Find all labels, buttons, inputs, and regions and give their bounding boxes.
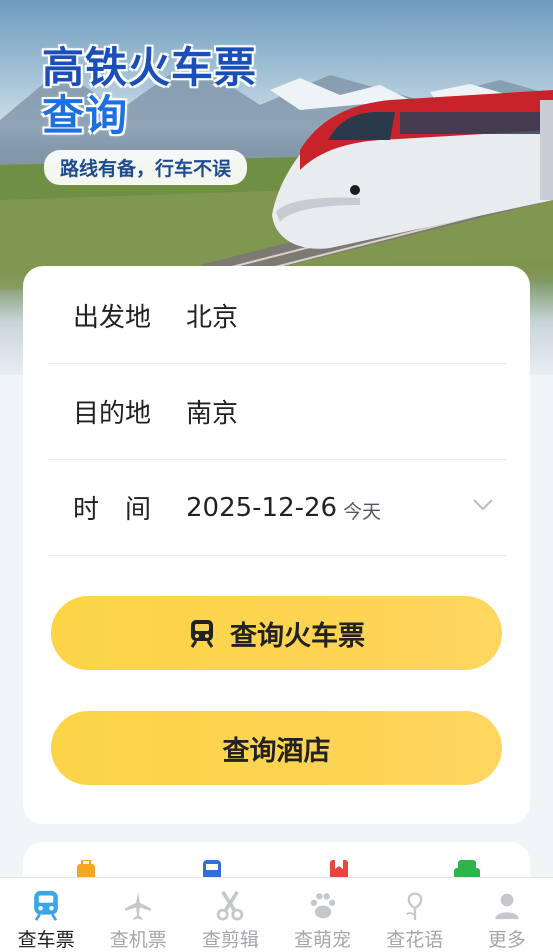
tab-pets-label: 查萌宠 (294, 929, 352, 951)
departure-value[interactable]: 北京 (186, 297, 238, 334)
tab-editing-label: 查剪辑 (201, 929, 259, 951)
tab-flowers-label: 查花语 (386, 929, 444, 951)
hero-title-line2: 查询 (42, 91, 129, 140)
departure-row[interactable]: 出发地 北京 (48, 268, 506, 364)
hero-title-line1: 高铁火车票 (42, 43, 258, 92)
plane-icon (125, 891, 151, 921)
tab-flight[interactable]: 查机票 (92, 878, 184, 952)
hero-subtitle: 路线有备，行车不误 (44, 150, 248, 185)
search-train-label: 查询火车票 (230, 620, 365, 652)
tab-train[interactable]: 查车票 (0, 878, 92, 952)
tab-more[interactable]: 更多 (461, 878, 553, 952)
destination-value[interactable]: 南京 (186, 393, 238, 430)
date-label: 时 间 (73, 495, 152, 525)
destination-row[interactable]: 目的地 南京 (48, 364, 506, 460)
tab-editing[interactable]: 查剪辑 (184, 878, 276, 952)
tab-flight-label: 查机票 (109, 929, 167, 951)
scissors-icon (217, 890, 244, 921)
paw-icon (310, 893, 335, 919)
tab-more-label: 更多 (487, 929, 526, 951)
search-hotel-button[interactable]: 查询酒店 (51, 711, 502, 785)
date-today-hint: 今天 (343, 501, 382, 523)
train-icon (190, 620, 214, 648)
departure-label: 出发地 (73, 303, 152, 333)
user-icon (495, 893, 519, 920)
search-card: 出发地 北京 目的地 南京 时 间 2025-12-26 今天 查询火车票 查询… (23, 266, 530, 824)
train-icon (34, 890, 58, 921)
flower-icon (405, 892, 422, 921)
bottom-tab-bar: 查车票 查机票 查剪辑 查萌宠 查花语 更多 (0, 877, 553, 952)
tab-pets[interactable]: 查萌宠 (276, 878, 368, 952)
search-hotel-label: 查询酒店 (222, 735, 331, 767)
destination-label: 目的地 (73, 399, 152, 429)
date-value[interactable]: 2025-12-26 (186, 493, 337, 523)
chevron-down-icon[interactable] (472, 498, 494, 512)
hero-title: 高铁火车票 查询 (42, 44, 257, 140)
tab-flowers[interactable]: 查花语 (369, 878, 461, 952)
date-row[interactable]: 时 间 2025-12-26 今天 (48, 460, 506, 556)
tab-train-label: 查车票 (17, 929, 75, 951)
search-train-button[interactable]: 查询火车票 (51, 596, 502, 670)
